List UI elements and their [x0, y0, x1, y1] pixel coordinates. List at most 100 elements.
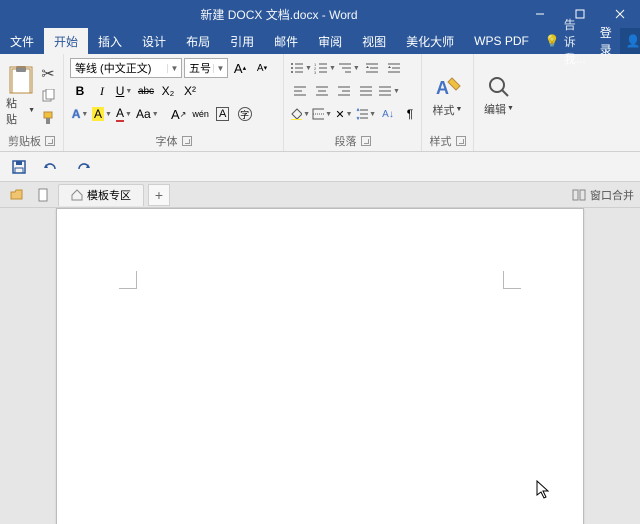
font-launcher[interactable]	[182, 136, 192, 146]
decrease-indent-button[interactable]	[362, 58, 382, 78]
bold-button[interactable]: B	[70, 81, 90, 101]
svg-text:3: 3	[314, 70, 317, 74]
enclose-char-button[interactable]: 字	[235, 104, 255, 124]
clipboard-icon	[8, 65, 34, 95]
font-color-button[interactable]: A▼	[114, 104, 134, 124]
paragraph-group-label: 段落	[335, 133, 357, 149]
tab-mailings[interactable]: 邮件	[264, 28, 308, 54]
tab-wpspdf[interactable]: WPS PDF	[464, 28, 539, 54]
clipboard-launcher[interactable]	[45, 136, 55, 146]
asian-layout-button[interactable]: ✕▼	[334, 104, 354, 124]
copy-button[interactable]	[39, 87, 57, 105]
bullets-icon	[290, 62, 304, 74]
show-marks-button[interactable]: ¶	[400, 104, 420, 124]
brush-icon	[41, 111, 55, 125]
styles-icon: A	[434, 74, 462, 100]
subscript-button[interactable]: X₂	[158, 81, 178, 101]
window-merge-label: 窗口合并	[590, 187, 634, 203]
numbering-icon: 123	[314, 62, 328, 74]
justify-button[interactable]	[356, 81, 376, 101]
char-border-button[interactable]: A	[213, 104, 233, 124]
tab-insert[interactable]: 插入	[88, 28, 132, 54]
sort-button[interactable]: A↓	[378, 104, 398, 124]
margin-corner-tl	[119, 271, 137, 289]
font-size-combo[interactable]: 五号▼	[184, 58, 228, 78]
login-button[interactable]: 登录	[592, 28, 620, 54]
borders-button[interactable]: ▼	[312, 104, 332, 124]
distribute-icon	[378, 85, 392, 97]
scissors-icon: ✂	[41, 64, 54, 84]
styles-button[interactable]: A 样式▼	[428, 58, 467, 133]
outdent-icon	[365, 62, 379, 74]
increase-indent-button[interactable]	[384, 58, 404, 78]
indent-icon	[387, 62, 401, 74]
editing-button[interactable]: 编辑▼	[480, 58, 518, 133]
share-button[interactable]: 👤 共	[620, 28, 640, 54]
minimize-button[interactable]	[520, 0, 560, 28]
window-title: 新建 DOCX 文档.docx - Word	[38, 6, 520, 23]
tab-layout[interactable]: 布局	[176, 28, 220, 54]
text-effects-button[interactable]: A▼	[70, 104, 90, 124]
tab-file[interactable]: 文件	[0, 28, 44, 54]
tell-me[interactable]: 💡 告诉我...	[539, 28, 592, 54]
home-icon	[71, 189, 83, 201]
font-name-value: 等线 (中文正文)	[71, 60, 167, 76]
phonetic-button[interactable]: wén	[191, 104, 211, 124]
underline-button[interactable]: U▼	[114, 81, 134, 101]
redo-button[interactable]	[74, 158, 92, 176]
clipboard-group-label: 剪贴板	[8, 133, 41, 149]
paste-label: 粘贴	[6, 95, 27, 127]
window-merge-button[interactable]: 窗口合并	[572, 187, 634, 203]
new-doc-button[interactable]	[32, 185, 54, 205]
cut-button[interactable]: ✂	[39, 65, 57, 83]
paste-button[interactable]: 粘贴▼	[6, 58, 35, 133]
strikethrough-button[interactable]: abc	[136, 81, 156, 101]
clear-format-button[interactable]: A↗	[169, 104, 189, 124]
distribute-button[interactable]: ▼	[378, 81, 400, 101]
line-spacing-button[interactable]: ▼	[356, 104, 376, 124]
bullets-button[interactable]: ▼	[290, 58, 312, 78]
document-page[interactable]	[56, 208, 584, 524]
superscript-button[interactable]: X²	[180, 81, 200, 101]
styles-launcher[interactable]	[456, 136, 466, 146]
font-name-combo[interactable]: 等线 (中文正文)▼	[70, 58, 182, 78]
shrink-font-button[interactable]: A▾	[252, 58, 272, 78]
editing-label: 编辑	[484, 101, 506, 117]
numbering-button[interactable]: 123▼	[314, 58, 336, 78]
styles-group-label: 样式	[430, 133, 452, 149]
tab-home[interactable]: 开始	[44, 28, 88, 54]
merge-icon	[572, 189, 586, 201]
tab-view[interactable]: 视图	[352, 28, 396, 54]
save-button[interactable]	[10, 158, 28, 176]
share-icon: 👤	[626, 34, 640, 48]
document-area[interactable]	[0, 208, 640, 524]
tab-review[interactable]: 审阅	[308, 28, 352, 54]
align-right-button[interactable]	[334, 81, 354, 101]
shading-button[interactable]: ▼	[290, 104, 310, 124]
template-tab[interactable]: 模板专区	[58, 184, 144, 206]
multilevel-button[interactable]: ▼	[338, 58, 360, 78]
paragraph-launcher[interactable]	[361, 136, 371, 146]
change-case-button[interactable]: Aa▼	[136, 104, 159, 124]
new-tab-button[interactable]: +	[148, 184, 170, 206]
justify-icon	[359, 85, 373, 97]
copy-icon	[41, 89, 55, 103]
tell-me-label: 告诉我...	[564, 16, 586, 67]
bulb-icon: 💡	[545, 34, 560, 48]
nav-back-button[interactable]	[6, 185, 28, 205]
folder-open-icon	[10, 188, 24, 202]
font-group-label: 字体	[156, 133, 178, 149]
tab-references[interactable]: 引用	[220, 28, 264, 54]
align-left-button[interactable]	[290, 81, 310, 101]
undo-button[interactable]	[42, 158, 60, 176]
align-center-icon	[315, 85, 329, 97]
tab-beautify[interactable]: 美化大师	[396, 28, 464, 54]
format-painter-button[interactable]	[39, 109, 57, 127]
bucket-icon	[290, 108, 302, 120]
svg-text:A: A	[436, 78, 449, 98]
align-center-button[interactable]	[312, 81, 332, 101]
tab-design[interactable]: 设计	[132, 28, 176, 54]
italic-button[interactable]: I	[92, 81, 112, 101]
grow-font-button[interactable]: A▴	[230, 58, 250, 78]
highlight-button[interactable]: A▼	[92, 104, 112, 124]
